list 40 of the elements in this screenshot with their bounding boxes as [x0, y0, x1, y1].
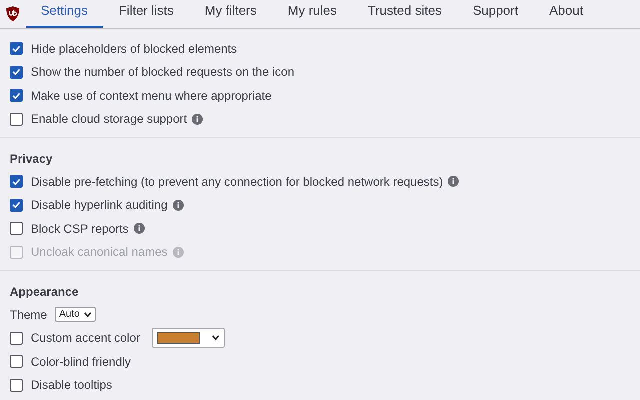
option-label: Enable cloud storage support	[31, 112, 188, 126]
checkbox[interactable]	[10, 332, 23, 345]
tab[interactable]: About	[534, 0, 598, 28]
option-label: Hide placeholders of blocked elements	[31, 42, 238, 56]
checkbox[interactable]	[10, 355, 23, 368]
caret-icon	[212, 335, 220, 342]
option-label: Theme	[10, 308, 48, 322]
checkbox[interactable]	[10, 222, 23, 236]
shield-logo-icon	[6, 6, 20, 22]
tab[interactable]: My filters	[190, 0, 272, 28]
checkbox[interactable]	[10, 198, 23, 212]
option-label: Show the number of blocked requests on the icon	[31, 65, 294, 80]
info-icon[interactable]	[134, 223, 145, 234]
checkbox[interactable]	[10, 112, 23, 126]
option-label: Color-blind friendly	[31, 354, 132, 369]
tab[interactable]: Trusted sites	[353, 0, 457, 28]
info-icon[interactable]	[172, 200, 184, 211]
option-label: Uncloak canonical names	[31, 245, 168, 260]
section-heading: Privacy	[10, 151, 54, 168]
checkbox[interactable]	[10, 66, 23, 79]
tab[interactable]: Settings	[26, 0, 103, 28]
tab[interactable]: Filter lists	[104, 0, 189, 28]
info-icon[interactable]	[448, 176, 460, 188]
tab[interactable]: My rules	[272, 0, 352, 28]
theme-dropdown[interactable]: Auto	[55, 307, 96, 322]
color-dropdown[interactable]	[152, 328, 226, 348]
tab[interactable]: Support	[458, 0, 534, 28]
option-label: Disable hyperlink auditing	[31, 198, 168, 212]
section-heading: Appearance	[10, 284, 80, 301]
checkbox[interactable]	[10, 42, 23, 56]
option-label: Make use of context menu where appropriate	[31, 88, 272, 103]
option-label: Custom accent color	[31, 331, 140, 346]
option-label: Disable pre-fetching (to prevent any connection for blocked network requests)	[31, 174, 444, 189]
checkbox[interactable]	[10, 89, 23, 102]
checkbox[interactable]	[10, 175, 23, 188]
option-label: Block CSP reports	[31, 222, 129, 236]
info-icon[interactable]	[192, 114, 204, 125]
option-label: Disable tooltips	[31, 378, 112, 392]
checkbox[interactable]	[10, 378, 23, 392]
caret-icon	[84, 312, 92, 318]
